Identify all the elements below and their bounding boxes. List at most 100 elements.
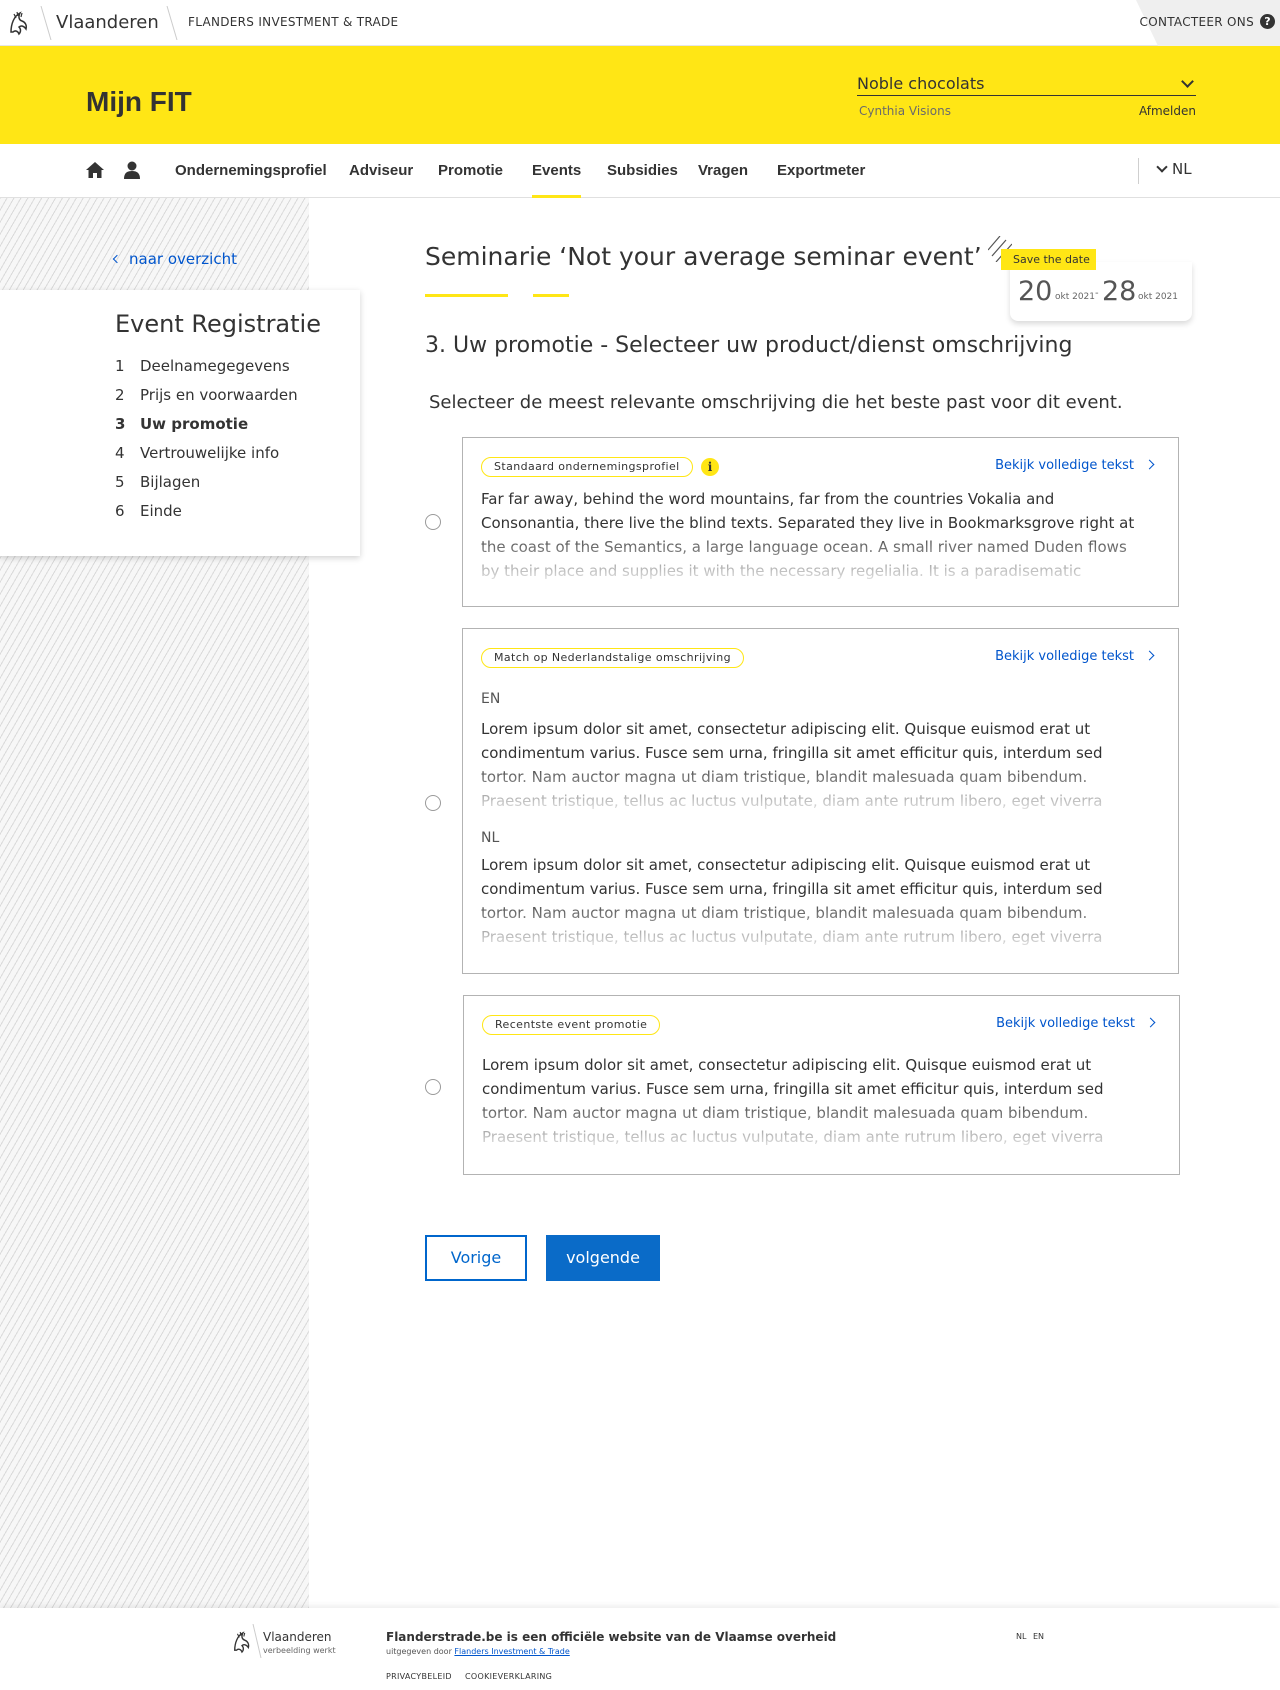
site-title[interactable]: Mijn FIT xyxy=(86,86,192,118)
privacy-link[interactable]: PRIVACYBELEID xyxy=(386,1672,452,1681)
footer-language-nl[interactable]: NL xyxy=(1016,1632,1026,1641)
start-day: 20 xyxy=(1018,276,1053,307)
footer-language-en[interactable]: EN xyxy=(1033,1632,1044,1641)
fit-brand[interactable]: FLANDERS INVESTMENT & TRADE xyxy=(188,15,398,29)
site-header: Mijn FIT Noble chocolats Cynthia Visions… xyxy=(0,46,1280,144)
top-bar: Vlaanderen FLANDERS INVESTMENT & TRADE C… xyxy=(0,0,1280,46)
footer-title: Flanderstrade.be is een officiële websit… xyxy=(386,1630,837,1644)
option-description-nl: Lorem ipsum dolor sit amet, consectetur … xyxy=(481,856,1103,946)
end-month: okt 2021 xyxy=(1138,292,1179,302)
divider-icon xyxy=(166,6,178,40)
divider-icon xyxy=(252,1624,262,1658)
step-label: Prijs en voorwaarden xyxy=(140,386,298,404)
instruction-text: Selecteer de meest relevante omschrijvin… xyxy=(429,392,1123,413)
step-number: 3 xyxy=(115,415,126,433)
next-button[interactable]: volgende xyxy=(546,1235,660,1281)
home-icon[interactable] xyxy=(86,162,104,178)
chevron-down-icon xyxy=(1181,75,1194,88)
option-radio[interactable] xyxy=(425,1079,441,1095)
view-full-text-link[interactable]: Bekijk volledige tekst xyxy=(996,1016,1156,1031)
step-item[interactable]: 6 Einde xyxy=(115,502,182,520)
chevron-down-icon xyxy=(1156,161,1168,173)
language-label-nl: NL xyxy=(481,830,500,846)
date-separator: - xyxy=(1095,288,1099,299)
step-number: 1 xyxy=(115,357,125,375)
view-full-text-link[interactable]: Bekijk volledige tekst xyxy=(995,458,1155,473)
help-icon[interactable]: ? xyxy=(1260,14,1275,29)
step-item-current[interactable]: 3 Uw promotie xyxy=(115,415,248,433)
user-name: Cynthia Visions xyxy=(859,104,951,118)
step-label: Bijlagen xyxy=(140,473,201,491)
option-tag: Recentste event promotie xyxy=(482,1015,661,1035)
option-radio[interactable] xyxy=(425,514,441,530)
nav-item-promotie[interactable]: Promotie xyxy=(438,162,503,179)
step-item[interactable]: 5 Bijlagen xyxy=(115,473,200,491)
publisher-link[interactable]: Flanders Investment & Trade xyxy=(454,1647,569,1656)
step-number: 5 xyxy=(115,473,125,491)
footer-brand: Vlaanderen xyxy=(263,1630,332,1644)
steps-title: Event Registratie xyxy=(115,310,321,338)
nav-item-ondernemingsprofiel[interactable]: Ondernemingsprofiel xyxy=(175,162,327,179)
company-select-value: Noble chocolats xyxy=(857,74,985,93)
view-full-text-label: Bekijk volledige tekst xyxy=(995,649,1134,664)
flemish-lion-logo-icon[interactable] xyxy=(8,10,30,36)
step-item[interactable]: 1 Deelnamegegevens xyxy=(115,357,290,375)
step-label: Deelnamegegevens xyxy=(140,357,290,375)
chevron-left-icon xyxy=(112,254,122,264)
vlaanderen-brand[interactable]: Vlaanderen xyxy=(56,12,159,33)
company-select[interactable]: Noble chocolats xyxy=(857,74,1196,96)
step-item[interactable]: 4 Vertrouwelijke info xyxy=(115,444,279,462)
footer-brand-tagline: verbeelding werkt xyxy=(263,1646,336,1655)
flemish-lion-logo-icon[interactable] xyxy=(232,1628,252,1656)
option-card-recent-promotion[interactable]: Recentste event promotie Bekijk volledig… xyxy=(463,995,1180,1175)
view-full-text-link[interactable]: Bekijk volledige tekst xyxy=(995,649,1155,664)
chevron-right-icon xyxy=(1145,1017,1156,1028)
nav-item-vragen[interactable]: Vragen xyxy=(698,162,748,179)
cookie-link[interactable]: COOKIEVERKLARING xyxy=(465,1672,552,1681)
logout-link[interactable]: Afmelden xyxy=(1139,104,1196,118)
start-month: okt 2021 xyxy=(1055,292,1096,302)
step-number: 2 xyxy=(115,386,125,404)
title-underline xyxy=(533,294,569,297)
event-date-card: 20 okt 2021 - 28 okt 2021 xyxy=(1010,262,1192,321)
chevron-right-icon xyxy=(1144,459,1155,470)
nav-separator xyxy=(1138,158,1139,184)
nav-item-subsidies[interactable]: Subsidies xyxy=(607,162,678,179)
option-radio[interactable] xyxy=(425,795,441,811)
step-label: Vertrouwelijke info xyxy=(140,444,280,462)
user-icon[interactable] xyxy=(124,161,140,179)
option-card-dutch-match[interactable]: Match op Nederlandstalige omschrijving B… xyxy=(462,628,1179,974)
option-description: Far far away, behind the word mountains,… xyxy=(481,490,1135,580)
nav-item-exportmeter[interactable]: Exportmeter xyxy=(777,162,865,179)
contact-label[interactable]: CONTACTEER ONS xyxy=(1140,15,1254,29)
event-title: Seminarie ‘Not your average seminar even… xyxy=(425,242,982,271)
previous-button[interactable]: Vorige xyxy=(425,1235,527,1281)
registration-steps: Event Registratie 1 Deelnamegegevens 2 Pri… xyxy=(0,290,360,556)
end-day: 28 xyxy=(1102,276,1137,307)
language-select[interactable]: NL xyxy=(1156,160,1192,178)
step-number: 6 xyxy=(115,502,125,520)
language-label-en: EN xyxy=(481,691,501,707)
save-the-date-badge: Save the date xyxy=(1001,249,1096,270)
chevron-right-icon xyxy=(1144,650,1155,661)
nav-item-events[interactable]: Events xyxy=(532,162,582,198)
main-nav: Ondernemingsprofiel Adviseur Promotie Ev… xyxy=(0,144,1280,198)
back-to-overview-link[interactable]: naar overzicht xyxy=(112,250,237,268)
view-full-text-label: Bekijk volledige tekst xyxy=(995,458,1134,473)
step-label: Uw promotie xyxy=(140,415,249,433)
back-link-label: naar overzicht xyxy=(129,250,237,268)
option-description: Lorem ipsum dolor sit amet, consectetur … xyxy=(482,1056,1104,1146)
step-item[interactable]: 2 Prijs en voorwaarden xyxy=(115,386,298,404)
info-icon[interactable]: i xyxy=(701,458,719,476)
publisher-prefix: uitgegeven door xyxy=(386,1647,452,1656)
option-card-standard-profile[interactable]: Standaard ondernemingsprofiel i Bekijk v… xyxy=(462,437,1179,607)
option-description-en: Lorem ipsum dolor sit amet, consectetur … xyxy=(481,720,1103,810)
step-number: 4 xyxy=(115,444,125,462)
option-tag: Match op Nederlandstalige omschrijving xyxy=(481,648,744,668)
footer-publisher: uitgegeven door Flanders Investment & Tr… xyxy=(386,1647,570,1656)
footer: Vlaanderen verbeelding werkt Flanderstra… xyxy=(0,1608,1280,1690)
nav-item-adviseur[interactable]: Adviseur xyxy=(349,162,413,179)
option-tag: Standaard ondernemingsprofiel xyxy=(481,457,693,477)
language-value: NL xyxy=(1172,160,1192,178)
divider-icon xyxy=(40,6,52,40)
